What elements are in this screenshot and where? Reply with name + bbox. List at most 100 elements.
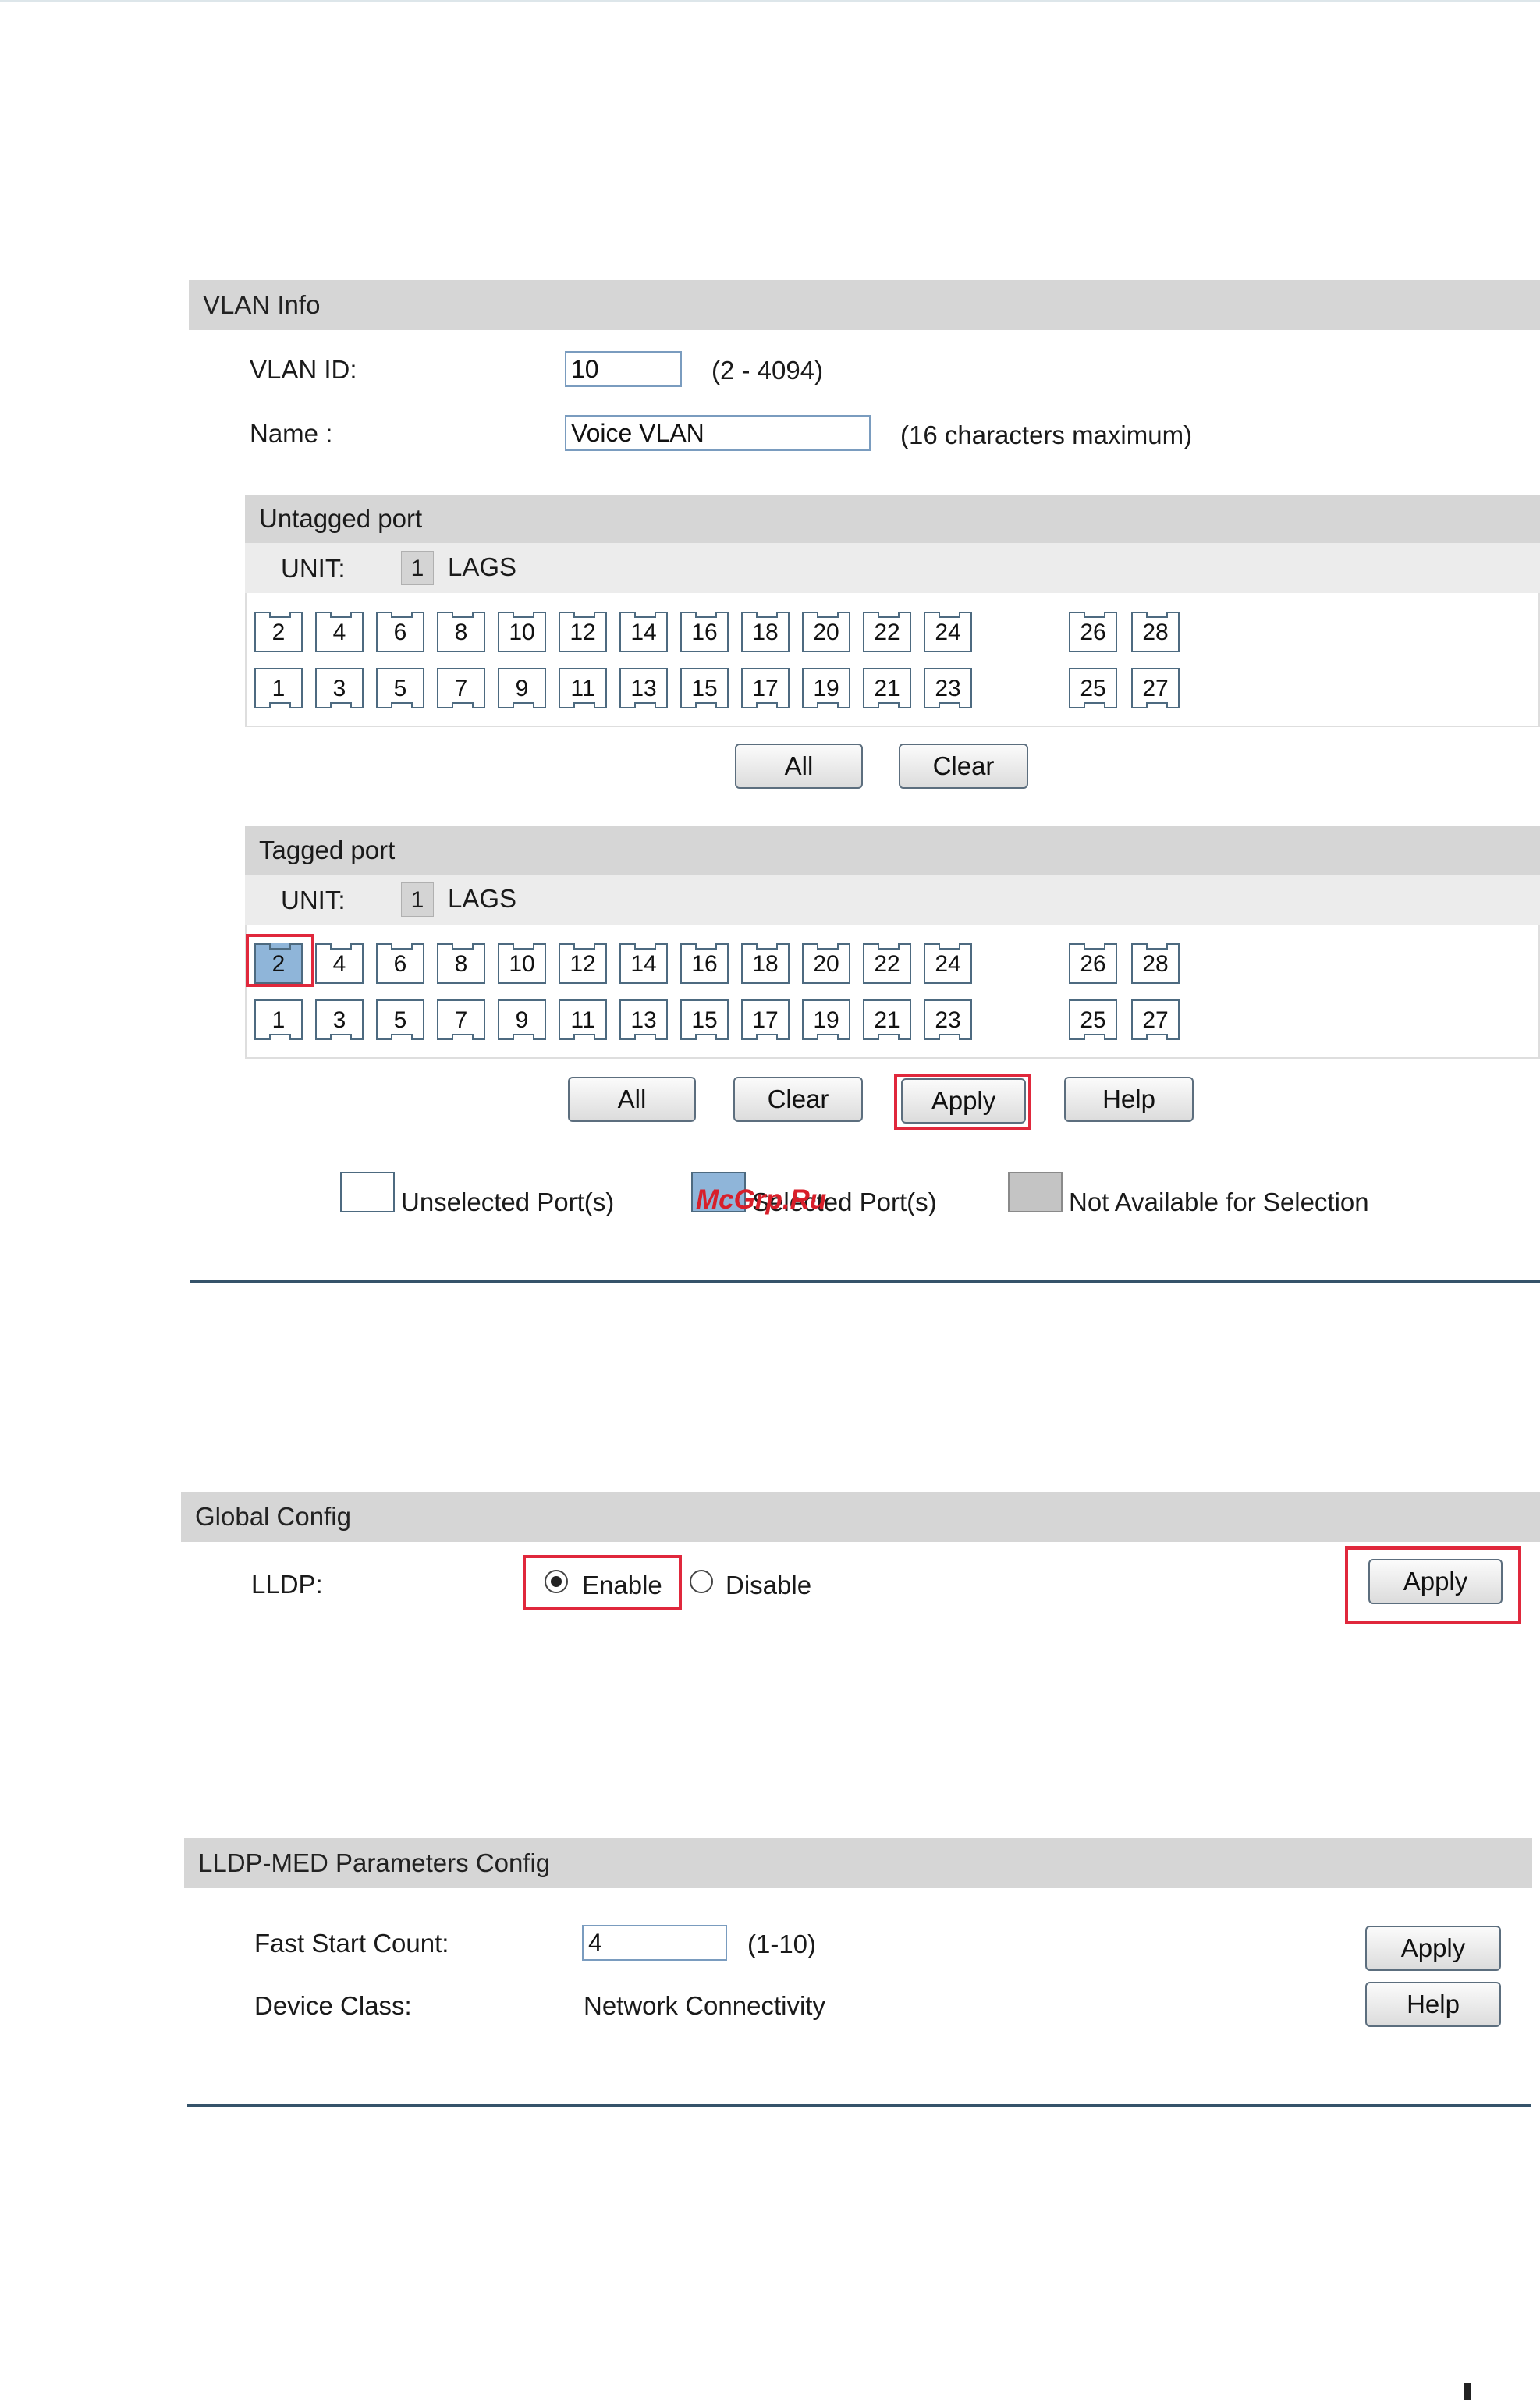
tagged-port-10[interactable]: 10 [498, 943, 546, 984]
tagged-port-2-highlight [246, 934, 314, 987]
tagged-port-21[interactable]: 21 [863, 999, 911, 1040]
untagged-lags-tab[interactable]: LAGS [448, 552, 516, 582]
lldp-med-header: LLDP-MED Parameters Config [184, 1838, 1532, 1888]
tagged-port-header: Tagged port [245, 826, 1540, 875]
global-apply-highlight [1345, 1546, 1521, 1624]
tagged-port-26[interactable]: 26 [1069, 943, 1117, 984]
untagged-port-23[interactable]: 23 [924, 668, 972, 708]
lldp-med-help-button[interactable]: Help [1365, 1982, 1501, 2027]
tagged-port-9[interactable]: 9 [498, 999, 546, 1040]
tagged-port-17[interactable]: 17 [741, 999, 790, 1040]
untagged-clear-button[interactable]: Clear [899, 744, 1028, 789]
untagged-port-18[interactable]: 18 [741, 612, 790, 652]
untagged-port-26[interactable]: 26 [1069, 612, 1117, 652]
vlan-help-button[interactable]: Help [1064, 1077, 1194, 1122]
tagged-all-button[interactable]: All [568, 1077, 696, 1122]
tagged-unit-label: UNIT: [281, 886, 346, 914]
watermark: McGrp.Ru [696, 1184, 827, 1215]
tagged-port-4[interactable]: 4 [315, 943, 364, 984]
page-corner-mark [1464, 2383, 1471, 2400]
vlan-name-label: Name : [250, 419, 333, 448]
tagged-port-18[interactable]: 18 [741, 943, 790, 984]
tagged-clear-button[interactable]: Clear [733, 1077, 863, 1122]
untagged-port-27[interactable]: 27 [1131, 668, 1180, 708]
tagged-port-3[interactable]: 3 [315, 999, 364, 1040]
untagged-port-11[interactable]: 11 [559, 668, 607, 708]
untagged-port-24[interactable]: 24 [924, 612, 972, 652]
untagged-port-6[interactable]: 6 [376, 612, 424, 652]
tagged-unit-1-tab[interactable]: 1 [401, 882, 434, 917]
fast-start-count-label: Fast Start Count: [254, 1929, 449, 1958]
lldp-disable-label[interactable]: Disable [726, 1571, 811, 1600]
tagged-port-16[interactable]: 16 [680, 943, 729, 984]
untagged-unit-row: UNIT: 1 LAGS [245, 543, 1540, 593]
unavailable-port-legend-icon [1008, 1172, 1063, 1212]
tagged-port-27[interactable]: 27 [1131, 999, 1180, 1040]
tagged-port-13[interactable]: 13 [619, 999, 668, 1040]
lldp-enable-highlight [523, 1555, 682, 1610]
tagged-port-23[interactable]: 23 [924, 999, 972, 1040]
fast-start-count-range: (1-10) [747, 1930, 817, 1958]
untagged-port-8[interactable]: 8 [437, 612, 485, 652]
tagged-port-8[interactable]: 8 [437, 943, 485, 984]
untagged-port-17[interactable]: 17 [741, 668, 790, 708]
tagged-port-22[interactable]: 22 [863, 943, 911, 984]
tagged-port-5[interactable]: 5 [376, 999, 424, 1040]
untagged-port-14[interactable]: 14 [619, 612, 668, 652]
unselected-port-legend-icon [340, 1172, 395, 1212]
tagged-port-28[interactable]: 28 [1131, 943, 1180, 984]
tagged-port-24[interactable]: 24 [924, 943, 972, 984]
tagged-port-25[interactable]: 25 [1069, 999, 1117, 1040]
vlan-section-divider [190, 1280, 1540, 1283]
tagged-port-19[interactable]: 19 [802, 999, 850, 1040]
untagged-port-13[interactable]: 13 [619, 668, 668, 708]
tagged-port-20[interactable]: 20 [802, 943, 850, 984]
tagged-port-11[interactable]: 11 [559, 999, 607, 1040]
untagged-port-15[interactable]: 15 [680, 668, 729, 708]
global-config-header: Global Config [181, 1492, 1540, 1542]
untagged-port-16[interactable]: 16 [680, 612, 729, 652]
tagged-port-14[interactable]: 14 [619, 943, 668, 984]
untagged-port-header: Untagged port [245, 495, 1540, 543]
untagged-port-20[interactable]: 20 [802, 612, 850, 652]
untagged-port-25[interactable]: 25 [1069, 668, 1117, 708]
untagged-port-21[interactable]: 21 [863, 668, 911, 708]
untagged-port-1[interactable]: 1 [254, 668, 303, 708]
vlan-name-hint: (16 characters maximum) [900, 421, 1193, 449]
untagged-port-28[interactable]: 28 [1131, 612, 1180, 652]
untagged-port-12[interactable]: 12 [559, 612, 607, 652]
legend-unselected-label: Unselected Port(s) [401, 1188, 615, 1216]
untagged-port-10[interactable]: 10 [498, 612, 546, 652]
tagged-port-grid: 2 4 6 8 10 12 14 16 18 20 22 24 26 28 1 3 5 7 9 11 13 15 17 19 2… [245, 925, 1540, 1059]
untagged-port-4[interactable]: 4 [315, 612, 364, 652]
vlan-name-input[interactable] [565, 415, 871, 451]
untagged-unit-label: UNIT: [281, 554, 346, 583]
top-border [0, 0, 1540, 2]
untagged-port-5[interactable]: 5 [376, 668, 424, 708]
vlan-id-label: VLAN ID: [250, 355, 357, 384]
untagged-port-7[interactable]: 7 [437, 668, 485, 708]
untagged-port-2[interactable]: 2 [254, 612, 303, 652]
lldp-med-divider [187, 2104, 1531, 2107]
tagged-port-15[interactable]: 15 [680, 999, 729, 1040]
untagged-unit-1-tab[interactable]: 1 [401, 551, 434, 585]
lldp-disable-radio[interactable] [690, 1570, 713, 1593]
fast-start-count-input[interactable] [582, 1925, 727, 1961]
tagged-port-1[interactable]: 1 [254, 999, 303, 1040]
untagged-all-button[interactable]: All [735, 744, 863, 789]
vlan-apply-highlight [894, 1074, 1031, 1130]
untagged-port-22[interactable]: 22 [863, 612, 911, 652]
untagged-port-19[interactable]: 19 [802, 668, 850, 708]
tagged-lags-tab[interactable]: LAGS [448, 884, 516, 914]
legend-unavailable-label: Not Available for Selection [1069, 1188, 1369, 1216]
device-class-label: Device Class: [254, 1991, 412, 2020]
vlan-info-header: VLAN Info [189, 280, 1540, 330]
lldp-med-apply-button[interactable]: Apply [1365, 1926, 1501, 1971]
tagged-port-7[interactable]: 7 [437, 999, 485, 1040]
untagged-port-grid: 2 4 6 8 10 12 14 16 18 20 22 24 26 28 1 3 5 7 9 11 13 15 17 19 2… [245, 593, 1540, 727]
tagged-port-12[interactable]: 12 [559, 943, 607, 984]
untagged-port-9[interactable]: 9 [498, 668, 546, 708]
tagged-port-6[interactable]: 6 [376, 943, 424, 984]
vlan-id-input[interactable] [565, 351, 682, 387]
untagged-port-3[interactable]: 3 [315, 668, 364, 708]
